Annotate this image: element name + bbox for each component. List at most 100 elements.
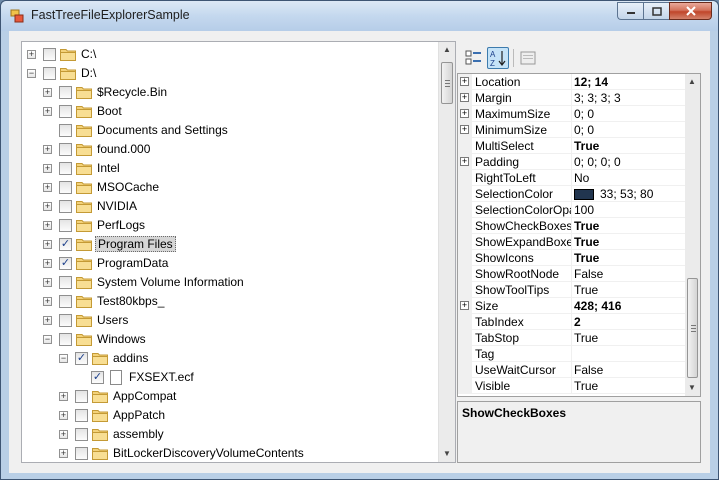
expand-icon[interactable]: + (43, 164, 52, 173)
tree-node-label[interactable]: D:\ (79, 66, 98, 80)
collapse-icon[interactable]: − (43, 335, 52, 344)
property-row[interactable]: + Size 428; 416 (458, 298, 686, 314)
property-vertical-scrollbar[interactable]: ▲ ▼ (685, 74, 700, 396)
node-checkbox[interactable] (59, 124, 72, 137)
scroll-down-icon[interactable]: ▼ (443, 449, 451, 458)
tree-node-label[interactable]: Test80kbps_ (95, 294, 166, 308)
tree-node[interactable]: + Boot (22, 102, 432, 121)
node-checkbox[interactable] (75, 428, 88, 441)
node-checkbox[interactable] (75, 390, 88, 403)
expand-icon[interactable]: + (43, 278, 52, 287)
node-checkbox[interactable] (59, 105, 72, 118)
property-value[interactable]: True (574, 331, 598, 345)
tree-node[interactable]: + Users (22, 311, 432, 330)
tree-node[interactable]: + ✓ ProgramData (22, 254, 432, 273)
node-checkbox[interactable] (75, 409, 88, 422)
property-value[interactable]: 12; 14 (574, 75, 608, 89)
property-row[interactable]: RightToLeft No (458, 170, 686, 186)
property-row[interactable]: ShowCheckBoxes True (458, 218, 686, 234)
node-checkbox[interactable]: ✓ (91, 371, 104, 384)
property-row[interactable]: + Padding 0; 0; 0; 0 (458, 154, 686, 170)
property-value[interactable]: True (574, 139, 599, 153)
expand-icon[interactable]: + (43, 88, 52, 97)
tree-node-label[interactable]: FXSEXT.ecf (127, 370, 196, 384)
node-checkbox[interactable] (59, 333, 72, 346)
tree-node[interactable]: Documents and Settings (22, 121, 432, 140)
tree-node[interactable]: + Intel (22, 159, 432, 178)
tree-node-label[interactable]: addins (111, 351, 150, 365)
node-checkbox[interactable] (59, 143, 72, 156)
tree-node-label[interactable]: Program Files (95, 236, 176, 252)
property-row[interactable]: SelectionColorOpaq 100 (458, 202, 686, 218)
property-value[interactable]: True (574, 219, 599, 233)
node-checkbox[interactable] (59, 200, 72, 213)
tree-node[interactable]: − ✓ addins (22, 349, 432, 368)
expand-icon[interactable]: + (59, 430, 68, 439)
property-row[interactable]: + MinimumSize 0; 0 (458, 122, 686, 138)
property-row[interactable]: Tag (458, 346, 686, 362)
tree-node[interactable]: ✓ FXSEXT.ecf (22, 368, 432, 387)
tree-node-label[interactable]: System Volume Information (95, 275, 246, 289)
tree-node-label[interactable]: C:\ (79, 47, 98, 61)
tree-node-label[interactable]: Windows (95, 332, 148, 346)
expand-icon[interactable]: + (43, 145, 52, 154)
node-checkbox[interactable] (59, 219, 72, 232)
property-row[interactable]: Visible True (458, 378, 686, 394)
tree-node-label[interactable]: Documents and Settings (95, 123, 230, 137)
property-row[interactable]: ShowToolTips True (458, 282, 686, 298)
tree-node[interactable]: − Windows (22, 330, 432, 349)
property-row[interactable]: + MaximumSize 0; 0 (458, 106, 686, 122)
tree-node-label[interactable]: Intel (95, 161, 122, 175)
tree-node-label[interactable]: AppPatch (111, 408, 167, 422)
property-row[interactable]: MultiSelect True (458, 138, 686, 154)
expand-icon[interactable]: + (43, 202, 52, 211)
alphabetical-button[interactable]: A Z (487, 47, 509, 69)
close-button[interactable] (669, 2, 712, 20)
expand-icon[interactable]: + (43, 107, 52, 116)
property-value[interactable]: No (574, 171, 589, 185)
property-value[interactable]: 2 (574, 315, 581, 329)
property-value[interactable]: True (574, 251, 599, 265)
tree-node-label[interactable]: ProgramData (95, 256, 170, 270)
expand-icon[interactable]: + (43, 183, 52, 192)
property-row[interactable]: TabIndex 2 (458, 314, 686, 330)
property-value[interactable]: False (574, 267, 603, 281)
property-row[interactable]: ShowIcons True (458, 250, 686, 266)
expand-icon[interactable]: + (460, 77, 469, 86)
node-checkbox[interactable] (59, 162, 72, 175)
property-value[interactable]: False (574, 363, 603, 377)
property-value[interactable]: True (574, 235, 599, 249)
node-checkbox[interactable] (59, 181, 72, 194)
tree-node-label[interactable]: NVIDIA (95, 199, 139, 213)
tree-node-label[interactable]: Users (95, 313, 130, 327)
tree-node[interactable]: + NVIDIA (22, 197, 432, 216)
property-row[interactable]: SelectionColor 33; 53; 80 (458, 186, 686, 202)
property-value[interactable]: 0; 0 (574, 123, 594, 137)
tree-node-label[interactable]: found.000 (95, 142, 152, 156)
tree-node-label[interactable]: Boot (95, 104, 124, 118)
prop-scroll-down-icon[interactable]: ▼ (688, 383, 696, 392)
node-checkbox[interactable] (59, 276, 72, 289)
expand-icon[interactable]: + (59, 392, 68, 401)
tree-vertical-scrollbar[interactable]: ▲ ▼ (438, 42, 455, 462)
node-checkbox[interactable] (75, 447, 88, 460)
tree-node-label[interactable]: AppCompat (111, 389, 178, 403)
node-checkbox[interactable] (43, 67, 56, 80)
tree-node-label[interactable]: BitLockerDiscoveryVolumeContents (111, 446, 306, 460)
tree-node[interactable]: + AppCompat (22, 387, 432, 406)
tree-node[interactable]: − D:\ (22, 64, 432, 83)
expand-icon[interactable]: + (59, 449, 68, 458)
tree-node[interactable]: + $Recycle.Bin (22, 83, 432, 102)
tree-node[interactable]: + found.000 (22, 140, 432, 159)
expand-icon[interactable]: + (43, 259, 52, 268)
property-value[interactable]: True (574, 283, 598, 297)
tree-node[interactable]: + MSOCache (22, 178, 432, 197)
property-grid[interactable]: + Location 12; 14 + Margin 3; 3; 3; 3 + Maximum… (457, 73, 701, 397)
expand-icon[interactable]: + (43, 316, 52, 325)
tree-node[interactable]: + Test80kbps_ (22, 292, 432, 311)
expand-icon[interactable]: + (460, 301, 469, 310)
tree-node[interactable]: + assembly (22, 425, 432, 444)
property-value[interactable]: 0; 0 (574, 107, 594, 121)
expand-icon[interactable]: + (460, 157, 469, 166)
node-checkbox[interactable]: ✓ (75, 352, 88, 365)
